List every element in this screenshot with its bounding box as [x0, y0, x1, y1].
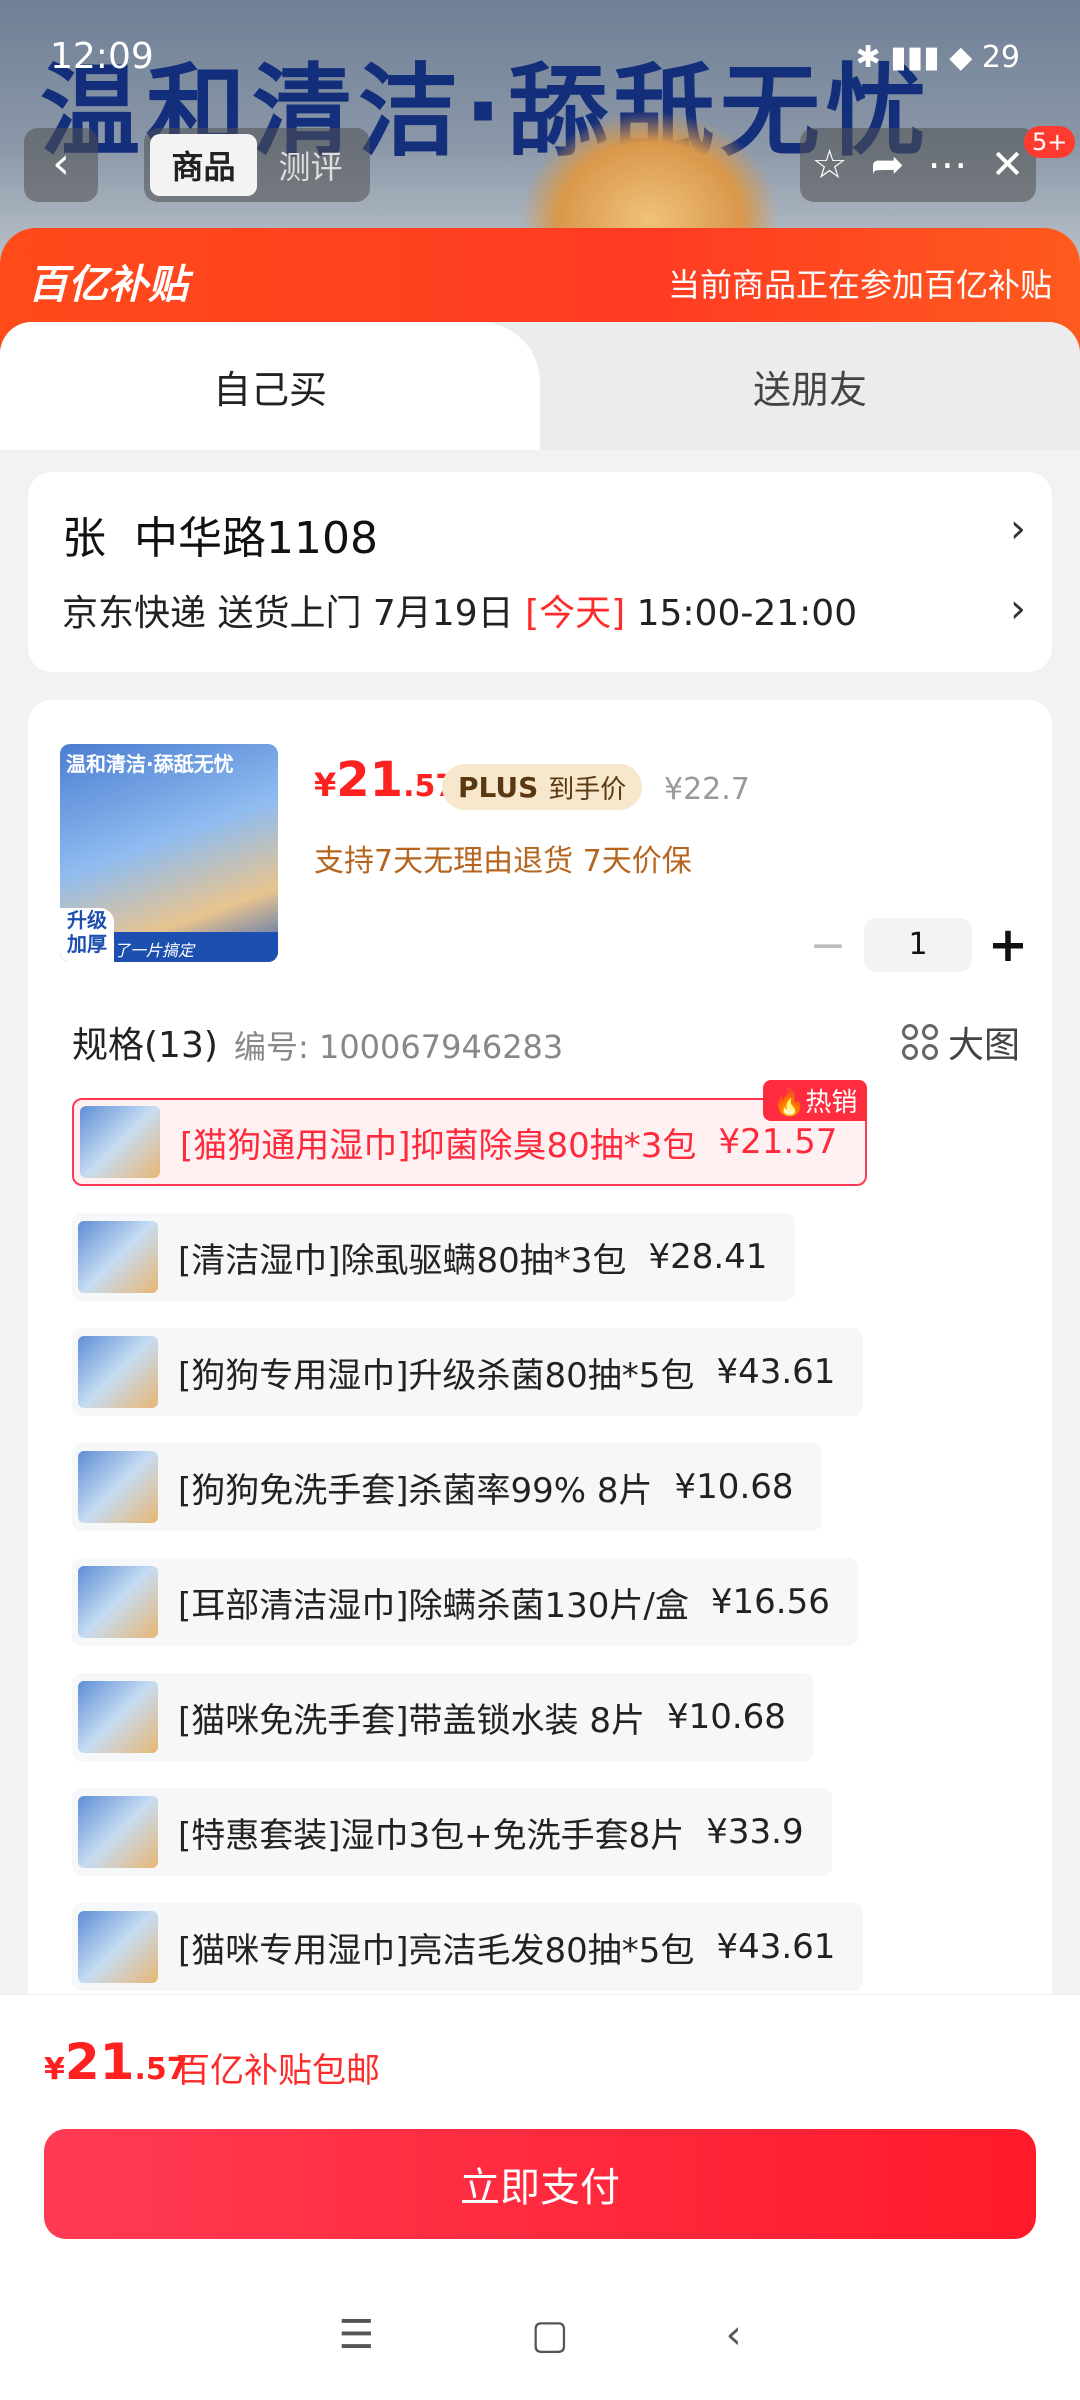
top-actions: ☆ ➦ ⋯ ✕ — [800, 128, 1036, 202]
spec-option[interactable]: [猫咪专用湿巾]亮洁毛发80抽*5包 ¥43.61 — [72, 1903, 864, 1991]
spec-price: ¥16.56 — [710, 1582, 830, 1622]
back-button[interactable]: ‹ — [24, 128, 98, 202]
spec-thumbnail — [78, 1221, 158, 1293]
delivery-prefix: 京东快递 送货上门 7月19日 — [62, 593, 514, 634]
quantity-value[interactable]: 1 — [864, 918, 972, 972]
product-price: ¥21.57 — [314, 752, 456, 808]
recipient-street: 中华路1108 — [133, 513, 378, 564]
tab-buy-self[interactable]: 自己买 — [0, 322, 540, 450]
product-card: 温和清洁·舔舐无忧 脏了臭了一片搞定 升级加厚 ¥21.57 PLUS 到手价 … — [28, 700, 1052, 2040]
menu-icon[interactable]: ☰ — [338, 2312, 374, 2358]
checkout-bar: ¥21.57 百亿补贴包邮 立即支付 ☰ ▢ ‹ — [0, 1994, 1080, 2400]
spec-price: ¥33.9 — [706, 1812, 804, 1852]
address-recipient: 张 中华路1108 — [62, 502, 378, 566]
spec-label: [耳部清洁湿巾]除螨杀菌130片/盒 — [178, 1585, 689, 1626]
spec-price: ¥10.68 — [666, 1697, 786, 1737]
spec-price: ¥10.68 — [674, 1467, 794, 1507]
spec-price: ¥43.61 — [716, 1927, 836, 1967]
buy-tabs: 送朋友 自己买 — [0, 322, 1080, 450]
spec-heading: 规格(13) — [72, 1025, 218, 1066]
product-image-badge: 升级加厚 — [60, 908, 114, 962]
address-card[interactable]: 张 中华路1108 › 京东快递 送货上门 7月19日 [今天] 15:00-2… — [28, 472, 1052, 672]
hot-tag-label: 热销 — [805, 1088, 858, 1118]
total-price: ¥21.57 — [44, 2033, 188, 2091]
close-icon[interactable]: ✕ — [991, 142, 1025, 188]
big-image-button[interactable]: 大图 — [901, 1016, 1020, 1068]
plus-label: PLUS — [458, 770, 539, 804]
delivery-info[interactable]: 京东快递 送货上门 7月19日 [今天] 15:00-21:00 — [62, 584, 857, 636]
spec-label: [猫咪免洗手套]带盖锁水装 8片 — [178, 1700, 645, 1741]
spec-option[interactable]: [特惠套装]湿巾3包+免洗手套8片 ¥33.9 — [72, 1788, 832, 1876]
spec-price: ¥21.57 — [718, 1122, 838, 1162]
spec-price: ¥28.41 — [648, 1237, 768, 1277]
flame-icon: 🔥 — [773, 1088, 806, 1118]
spec-thumbnail — [78, 1681, 158, 1753]
status-time: 12:09 — [50, 36, 154, 77]
spec-thumbnail — [78, 1451, 158, 1523]
top-tabs: 商品 测评 — [144, 128, 370, 202]
star-icon[interactable]: ☆ — [812, 142, 848, 188]
spec-label: [猫咪专用湿巾]亮洁毛发80抽*5包 — [178, 1930, 695, 1971]
subsidy-logo: 百亿补贴 — [28, 262, 188, 308]
minus-icon[interactable]: − — [798, 920, 858, 971]
spec-thumbnail — [78, 1911, 158, 1983]
spec-option[interactable]: [狗狗专用湿巾]升级杀菌80抽*5包 ¥43.61 — [72, 1328, 864, 1416]
spec-label: [清洁湿巾]除虱驱螨80抽*3包 — [178, 1240, 627, 1281]
total-note: 百亿补贴包邮 — [176, 2051, 380, 2091]
system-nav-bar: ☰ ▢ ‹ — [0, 2295, 1080, 2375]
spec-option[interactable]: [清洁湿巾]除虱驱螨80抽*3包 ¥28.41 — [72, 1213, 796, 1301]
spec-option[interactable]: [耳部清洁湿巾]除螨杀菌130片/盒 ¥16.56 — [72, 1558, 858, 1646]
delivery-window: 15:00-21:00 — [636, 593, 858, 634]
delivery-today: [今天] — [525, 593, 626, 634]
plus-sub: 到手价 — [548, 774, 627, 805]
recipient-name: 张 — [62, 513, 106, 564]
price-integer: 21 — [336, 752, 404, 808]
product-thumbnail[interactable]: 温和清洁·舔舐无忧 脏了臭了一片搞定 升级加厚 — [60, 744, 278, 962]
spec-thumbnail — [78, 1796, 158, 1868]
spec-label: [狗狗免洗手套]杀菌率99% 8片 — [178, 1470, 653, 1511]
spec-option[interactable]: [猫咪免洗手套]带盖锁水装 8片 ¥10.68 — [72, 1673, 814, 1761]
spec-price: ¥43.61 — [716, 1352, 836, 1392]
original-price: ¥22.7 — [664, 772, 750, 807]
plus-icon[interactable]: + — [978, 917, 1038, 973]
hot-tag: 🔥热销 — [763, 1080, 868, 1121]
promo-text: 支持7天无理由退货 7天价保 — [314, 844, 692, 879]
tab-review[interactable]: 测评 — [257, 134, 364, 196]
more-icon[interactable]: ⋯ — [928, 142, 968, 188]
big-image-label: 大图 — [947, 1025, 1020, 1066]
back-icon: ‹ — [52, 138, 70, 189]
status-icons: ✱ ▮▮▮ ◆ 29 — [855, 40, 1020, 75]
nav-back-icon[interactable]: ‹ — [726, 2312, 742, 2358]
chevron-right-icon: › — [1010, 586, 1026, 632]
pay-now-button[interactable]: 立即支付 — [44, 2129, 1036, 2239]
total-symbol: ¥ — [44, 2052, 65, 2087]
plus-price-badge: PLUS 到手价 — [442, 764, 643, 810]
battery-level: 29 — [981, 40, 1020, 75]
total-integer: 21 — [64, 2033, 135, 2091]
grid-icon — [901, 1024, 938, 1060]
quantity-stepper: − 1 + — [798, 917, 1048, 973]
product-image-title: 温和清洁·舔舐无忧 — [66, 752, 234, 776]
share-icon[interactable]: ➦ — [871, 142, 905, 188]
spec-option[interactable]: [狗狗免洗手套]杀菌率99% 8片 ¥10.68 — [72, 1443, 822, 1531]
home-icon[interactable]: ▢ — [531, 2312, 569, 2358]
spec-thumbnail — [78, 1336, 158, 1408]
subsidy-note: 当前商品正在参加百亿补贴 — [667, 266, 1052, 304]
spec-label: [特惠套装]湿巾3包+免洗手套8片 — [178, 1815, 685, 1856]
spec-label: [狗狗专用湿巾]升级杀菌80抽*5包 — [178, 1355, 695, 1396]
tab-gift-friend[interactable]: 送朋友 — [540, 322, 1080, 450]
spec-label: [猫狗通用湿巾]抑菌除臭80抽*3包 — [180, 1125, 697, 1166]
tab-product[interactable]: 商品 — [150, 134, 257, 196]
spec-thumbnail — [80, 1106, 160, 1178]
spec-thumbnail — [78, 1566, 158, 1638]
spec-code: 编号: 100067946283 — [234, 1028, 564, 1066]
chevron-right-icon: › — [1010, 506, 1026, 552]
price-symbol: ¥ — [314, 766, 337, 804]
message-badge: 5+ — [1024, 126, 1076, 158]
spec-option[interactable]: [猫狗通用湿巾]抑菌除臭80抽*3包 ¥21.57 🔥热销 — [72, 1080, 868, 1186]
